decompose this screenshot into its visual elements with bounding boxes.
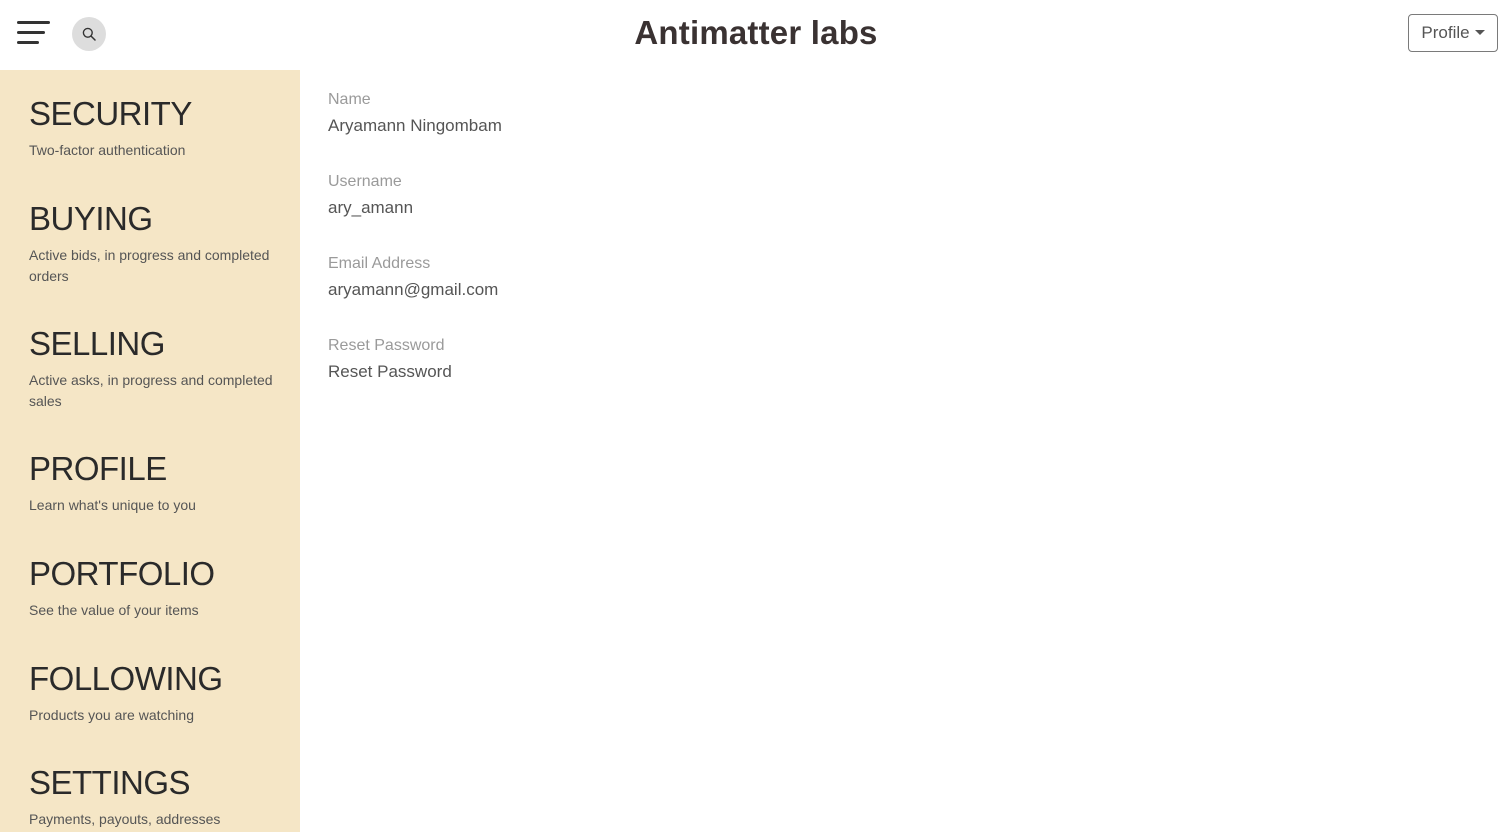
username-field: Username ary_amann	[328, 172, 828, 218]
sidebar-item-description: Products you are watching	[29, 707, 194, 723]
name-field: Name Aryamann Ningombam	[328, 90, 828, 136]
name-label: Name	[328, 91, 371, 108]
username-value: ary_amann	[328, 198, 414, 217]
sidebar-item-title: BUYING	[29, 200, 153, 237]
sidebar-item-description: Active asks, in progress and completed s…	[29, 372, 273, 409]
sidebar-item-profile[interactable]: PROFILE Learn what's unique to you	[29, 449, 279, 516]
sidebar-item-description: Learn what's unique to you	[29, 497, 196, 513]
search-button[interactable]	[72, 17, 106, 51]
search-icon	[82, 27, 96, 41]
sidebar-item-settings[interactable]: SETTINGS Payments, payouts, addresses	[29, 763, 279, 830]
reset-password-field: Reset Password Reset Password	[328, 336, 828, 382]
username-label: Username	[328, 173, 402, 190]
caret-down-icon	[1474, 29, 1485, 35]
name-value: Aryamann Ningombam	[328, 116, 502, 135]
reset-password-label: Reset Password	[328, 337, 445, 354]
profile-dropdown-label: Profile	[1421, 23, 1470, 42]
brand-title: Antimatter labs	[634, 14, 878, 51]
hamburger-menu-icon[interactable]	[17, 20, 50, 46]
email-value: aryamann@gmail.com	[328, 280, 499, 299]
sidebar-item-description: See the value of your items	[29, 602, 199, 618]
sidebar-item-title: FOLLOWING	[29, 660, 223, 697]
email-label: Email Address	[328, 255, 431, 272]
sidebar-item-title: SECURITY	[29, 95, 192, 132]
sidebar-item-title: PORTFOLIO	[29, 555, 215, 592]
sidebar-item-following[interactable]: FOLLOWING Products you are watching	[29, 659, 279, 726]
sidebar-item-description: Two-factor authentication	[29, 142, 186, 158]
sidebar-item-portfolio[interactable]: PORTFOLIO See the value of your items	[29, 554, 279, 621]
sidebar-item-title: SELLING	[29, 325, 165, 362]
sidebar-item-title: PROFILE	[29, 450, 167, 487]
reset-password-link[interactable]: Reset Password	[328, 362, 828, 382]
email-field: Email Address aryamann@gmail.com	[328, 254, 828, 300]
sidebar: SECURITY Two-factor authentication BUYIN…	[0, 70, 300, 832]
sidebar-item-security[interactable]: SECURITY Two-factor authentication	[29, 94, 279, 161]
sidebar-item-description: Active bids, in progress and completed o…	[29, 247, 270, 284]
top-bar: Antimatter labs Profile	[0, 0, 1512, 70]
sidebar-item-description: Payments, payouts, addresses	[29, 811, 221, 827]
profile-dropdown-button[interactable]: Profile	[1408, 14, 1498, 52]
sidebar-item-title: SETTINGS	[29, 764, 191, 801]
sidebar-item-buying[interactable]: BUYING Active bids, in progress and comp…	[29, 199, 279, 287]
sidebar-item-selling[interactable]: SELLING Active asks, in progress and com…	[29, 324, 279, 412]
